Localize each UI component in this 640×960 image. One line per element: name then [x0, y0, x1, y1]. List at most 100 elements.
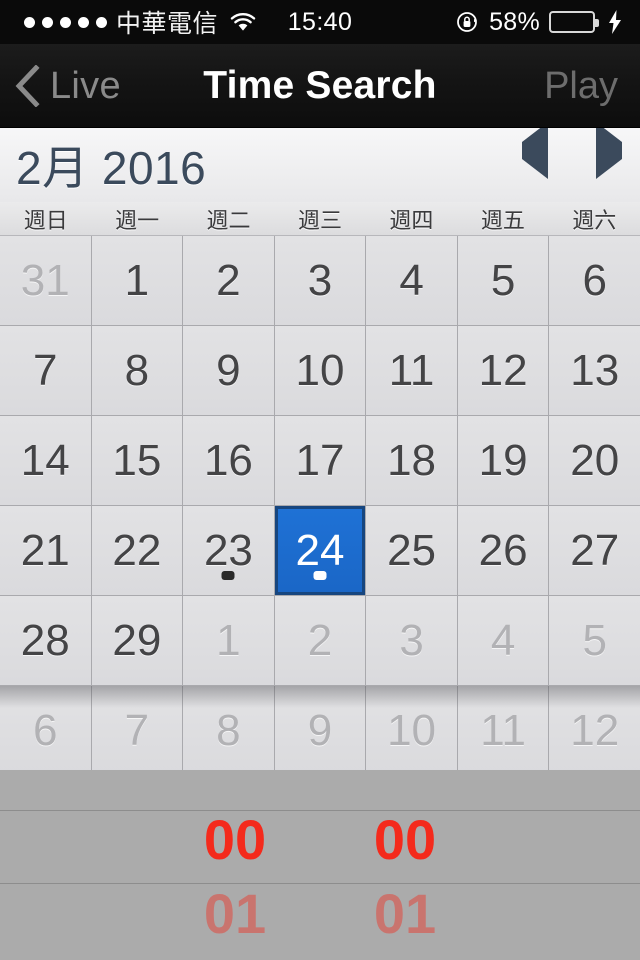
calendar-panel: 2月 2016 週日 週一 週二 週三 週四 週五 週六 31 1 2 3 4 5 6 7 8 9 10 11 12… [0, 128, 640, 770]
calendar-day-number: 24 [295, 525, 345, 575]
calendar-day-number: 4 [490, 615, 516, 665]
hour-option[interactable]: 02 [155, 956, 315, 960]
triangle-right-icon [596, 128, 622, 179]
calendar-day-cell[interactable]: 10 [366, 686, 457, 770]
calendar-day-cell[interactable]: 3 [366, 596, 457, 685]
calendar-day-cell[interactable]: 16 [183, 416, 274, 505]
calendar-day-cell[interactable]: 18 [366, 416, 457, 505]
calendar-day-cell[interactable]: 3 [274, 236, 366, 325]
calendar-day-cell[interactable]: 2 [274, 596, 366, 685]
triangle-left-icon [522, 128, 548, 179]
play-button[interactable]: Play [544, 44, 618, 128]
minute-picker-column[interactable]: 00010203 [325, 770, 485, 960]
time-picker[interactable]: 00010203 00010203 [0, 770, 640, 960]
calendar-day-cell[interactable]: 11 [457, 686, 549, 770]
calendar-day-number: 1 [216, 615, 241, 665]
weekday-label-5: 週五 [480, 207, 525, 233]
calendar-day-number: 1 [124, 255, 150, 305]
calendar-day-number: 10 [387, 705, 437, 755]
navigation-bar: Live Time Search Play [0, 44, 640, 128]
calendar-day-number: 14 [20, 435, 70, 485]
calendar-day-number: 9 [216, 345, 241, 395]
minute-option[interactable]: 01 [325, 886, 485, 942]
calendar-day-number: 29 [112, 615, 162, 665]
calendar-day-cell[interactable]: 20 [549, 416, 640, 505]
calendar-day-number: 16 [203, 435, 253, 485]
calendar-day-cell[interactable]: 8 [91, 326, 183, 415]
battery-icon [549, 11, 599, 33]
calendar-header: 2月 2016 [0, 128, 640, 202]
calendar-day-cell[interactable]: 17 [274, 416, 366, 505]
calendar-day-cell[interactable]: 19 [457, 416, 549, 505]
weekday-label-1: 週一 [115, 207, 160, 233]
calendar-day-cell[interactable]: 25 [366, 506, 457, 595]
calendar-grid: 31 1 2 3 4 5 6 7 8 9 10 11 12 13 14 15 16 17 18 19 20 21 22 23 2… [0, 236, 640, 770]
calendar-day-number: 10 [295, 345, 345, 395]
calendar-day-number: 12 [570, 705, 620, 755]
calendar-day-number: 17 [295, 435, 345, 485]
calendar-day-number: 11 [480, 705, 526, 755]
calendar-day-cell[interactable]: 9 [183, 326, 274, 415]
calendar-day-number: 27 [570, 525, 620, 575]
calendar-day-number: 20 [570, 435, 620, 485]
calendar-day-cell[interactable]: 1 [91, 236, 183, 325]
hour-option-selected[interactable]: 00 [155, 812, 315, 868]
calendar-day-cell[interactable]: 6 [0, 686, 91, 770]
calendar-day-cell[interactable]: 15 [91, 416, 183, 505]
calendar-day-number: 3 [399, 615, 424, 665]
calendar-day-number: 4 [399, 255, 424, 305]
minute-option[interactable]: 02 [325, 956, 485, 960]
calendar-day-cell[interactable]: 4 [366, 236, 457, 325]
calendar-day-cell[interactable]: 22 [91, 506, 183, 595]
calendar-month-title: 2月 2016 [16, 142, 207, 194]
event-dot-indicator [313, 571, 327, 580]
calendar-day-cell[interactable]: 6 [549, 236, 640, 325]
calendar-day-cell[interactable]: 4 [457, 596, 549, 685]
calendar-day-cell[interactable]: 27 [549, 506, 640, 595]
calendar-day-number: 21 [20, 525, 70, 575]
calendar-day-number: 28 [20, 615, 70, 665]
calendar-day-cell[interactable]: 28 [0, 596, 91, 685]
calendar-day-number: 6 [582, 255, 607, 305]
calendar-day-cell[interactable]: 12 [457, 326, 549, 415]
calendar-day-cell[interactable]: 12 [549, 686, 640, 770]
calendar-day-cell[interactable]: 1 [183, 596, 274, 685]
calendar-day-number: 5 [582, 615, 607, 665]
battery-percent: 58% [489, 7, 540, 36]
calendar-day-cell[interactable]: 31 [0, 236, 91, 325]
calendar-day-number: 31 [20, 255, 70, 305]
hour-picker-column[interactable]: 00010203 [155, 770, 315, 960]
calendar-day-cell[interactable]: 26 [457, 506, 549, 595]
weekday-label-6: 週六 [572, 207, 617, 233]
calendar-day-number: 19 [478, 435, 528, 485]
prev-month-button[interactable] [522, 128, 548, 179]
calendar-day-selected[interactable]: 24 [274, 506, 366, 595]
lightning-bolt-icon [608, 10, 622, 34]
calendar-day-cell[interactable]: 5 [457, 236, 549, 325]
calendar-day-number: 7 [124, 705, 150, 755]
calendar-day-number: 8 [124, 345, 150, 395]
calendar-day-cell[interactable]: 7 [0, 326, 91, 415]
calendar-day-cell[interactable]: 5 [549, 596, 640, 685]
calendar-day-cell[interactable]: 7 [91, 686, 183, 770]
minute-option-selected[interactable]: 00 [325, 812, 485, 868]
next-month-button[interactable] [596, 128, 622, 179]
calendar-day-cell[interactable]: 10 [274, 326, 366, 415]
calendar-nav [522, 128, 622, 179]
calendar-day-cell[interactable]: 29 [91, 596, 183, 685]
calendar-day-cell[interactable]: 9 [274, 686, 366, 770]
calendar-day-cell[interactable]: 11 [366, 326, 457, 415]
hour-option[interactable]: 01 [155, 886, 315, 942]
status-bar: 中華電信 15:40 58% [0, 0, 640, 44]
calendar-day-cell[interactable]: 2 [183, 236, 274, 325]
calendar-day-number: 13 [570, 345, 620, 395]
calendar-day-cell[interactable]: 8 [183, 686, 274, 770]
calendar-day-number: 22 [112, 525, 162, 575]
weekday-header-row: 週日 週一 週二 週三 週四 週五 週六 [0, 202, 640, 236]
calendar-day-cell[interactable]: 21 [0, 506, 91, 595]
calendar-day-cell[interactable]: 13 [549, 326, 640, 415]
calendar-day-cell[interactable]: 14 [0, 416, 91, 505]
calendar-day-cell[interactable]: 23 [183, 506, 274, 595]
calendar-day-number: 26 [478, 525, 528, 575]
status-bar-right: 58% [456, 8, 622, 37]
